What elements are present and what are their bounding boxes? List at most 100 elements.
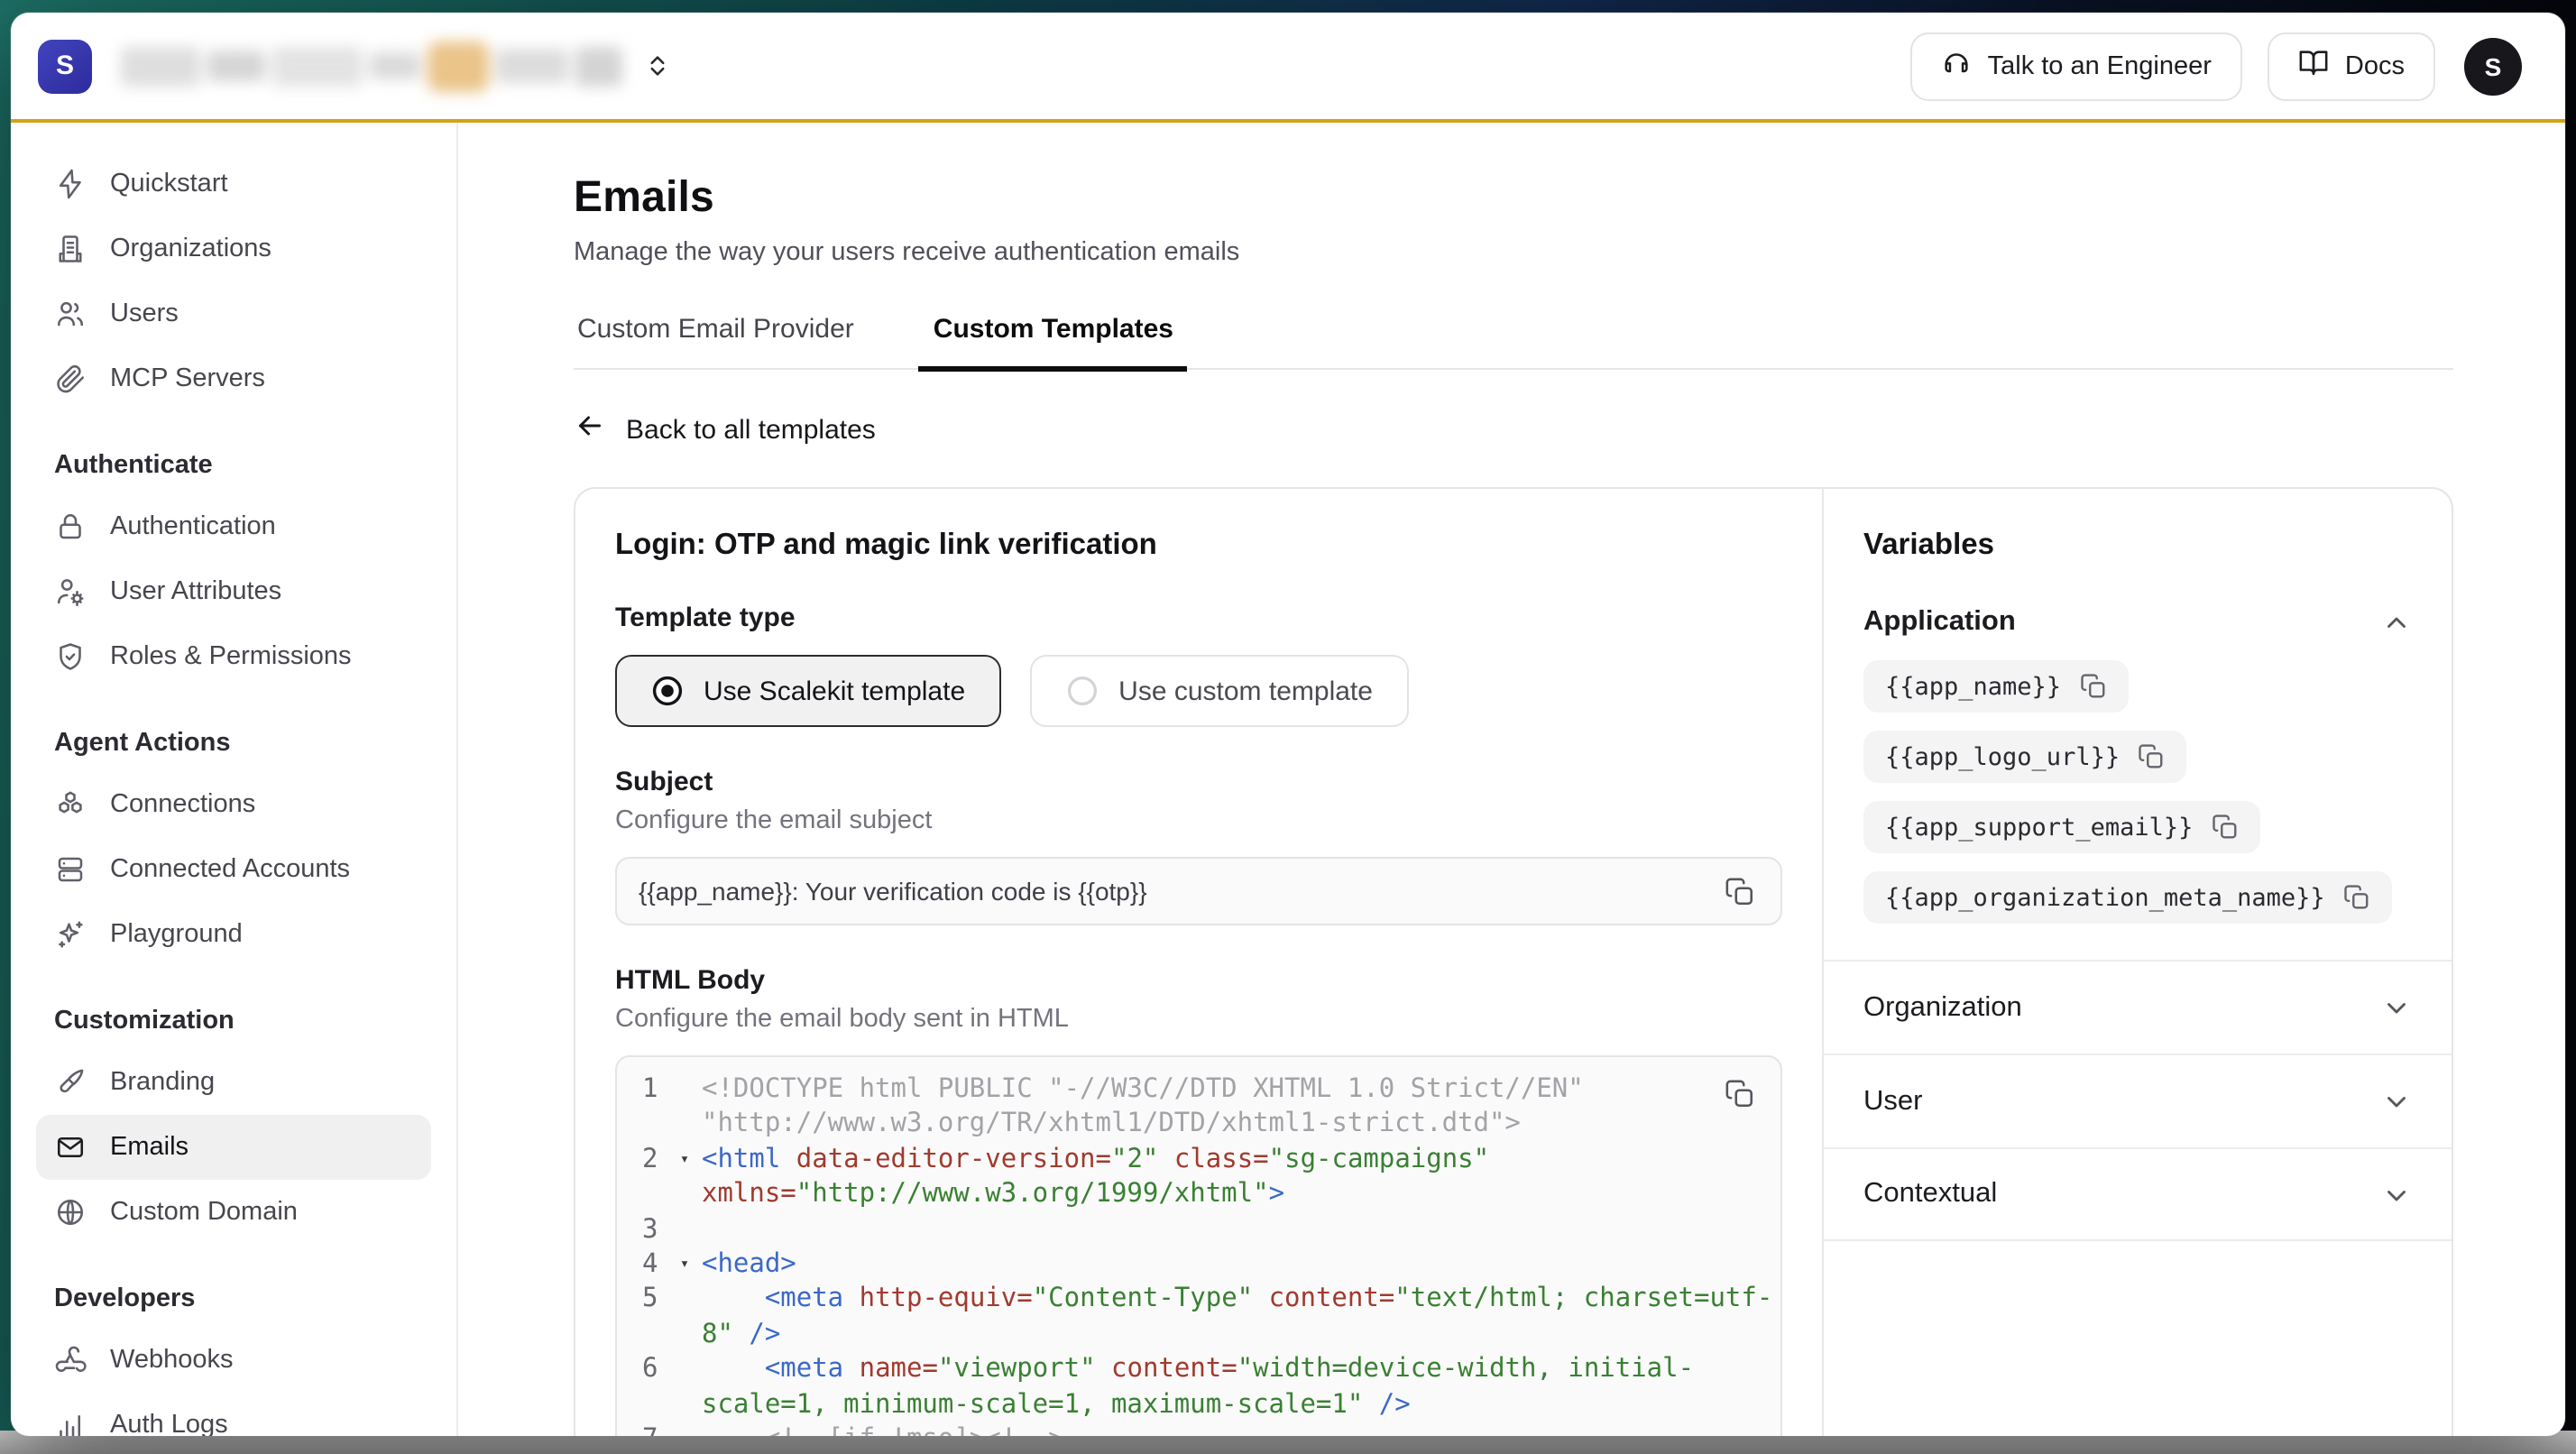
fold-caret-icon[interactable]: ▾ (667, 1248, 702, 1284)
variables-group-organization[interactable]: Organization (1824, 960, 2452, 1054)
back-to-templates-link[interactable]: Back to all templates (574, 410, 876, 449)
sidebar-item-quickstart[interactable]: Quickstart (36, 152, 431, 216)
variable-chip-app-logo-url[interactable]: {{app_logo_url}} (1863, 731, 2186, 783)
sidebar-item-label: Connections (110, 790, 255, 819)
sidebar-item-connected-accounts[interactable]: Connected Accounts (36, 837, 431, 902)
template-type-option-use-custom-template[interactable]: Use custom template (1030, 655, 1409, 727)
sidebar-item-roles-permissions[interactable]: Roles & Permissions (36, 624, 431, 689)
code-line-wrap: scale=1, minimum-scale=1, maximum-scale=… (617, 1388, 1780, 1423)
book-icon (2298, 47, 2329, 85)
talk-to-engineer-button[interactable]: Talk to an Engineer (1910, 32, 2242, 100)
org-switcher-icon[interactable] (644, 52, 671, 79)
paperclip-icon (54, 363, 87, 395)
building-icon (54, 233, 87, 265)
sidebar-item-label: Users (110, 299, 179, 328)
template-title: Login: OTP and magic link verification (615, 529, 1782, 563)
variable-chip-app-support-email[interactable]: {{app_support_email}} (1863, 801, 2259, 853)
sidebar-section-agent-actions: Agent Actions (54, 725, 413, 761)
line-number (642, 1388, 667, 1423)
code-line-1: 1<!DOCTYPE html PUBLIC "-//W3C//DTD XHTM… (617, 1073, 1780, 1109)
variables-panel: Variables Application {{app_name}} {{app_l… (1822, 489, 2452, 1436)
sidebar-item-branding[interactable]: Branding (36, 1050, 431, 1115)
page-title: Emails (574, 173, 2453, 224)
sidebar-item-user-attributes[interactable]: User Attributes (36, 559, 431, 624)
sidebar-item-label: Auth Logs (110, 1411, 228, 1436)
sidebar-item-connections[interactable]: Connections (36, 772, 431, 837)
code-lines: 1<!DOCTYPE html PUBLIC "-//W3C//DTD XHTM… (617, 1073, 1780, 1436)
sidebar-item-label: Connected Accounts (110, 855, 350, 884)
line-number: 1 (642, 1073, 667, 1109)
variable-chip-app-name[interactable]: {{app_name}} (1863, 660, 2128, 713)
webhook-icon (54, 1344, 87, 1376)
sidebar-item-custom-domain[interactable]: Custom Domain (36, 1180, 431, 1245)
sidebar-item-label: Organizations (110, 235, 271, 263)
sidebar-item-label: Webhooks (110, 1346, 234, 1375)
variables-title: Variables (1863, 529, 2412, 563)
tab-custom-templates[interactable]: Custom Templates (930, 303, 1177, 368)
sidebar-item-auth-logs[interactable]: Auth Logs (36, 1393, 431, 1436)
variable-copy-button[interactable] (2211, 814, 2238, 841)
arrow-left-icon (574, 410, 606, 449)
page-subtitle: Manage the way your users receive authen… (574, 238, 2453, 267)
subject-label: Subject (615, 767, 1782, 797)
template-type-label: Template type (615, 603, 1782, 633)
variable-chip-app-organization-meta-name[interactable]: {{app_organization_meta_name}} (1863, 871, 2392, 924)
sidebar-item-label: Playground (110, 920, 243, 949)
sidebar-item-authentication[interactable]: Authentication (36, 494, 431, 559)
line-number: 3 (642, 1213, 667, 1248)
variables-group-user[interactable]: User (1824, 1054, 2452, 1147)
docs-label: Docs (2345, 51, 2405, 80)
app-logo: S (38, 39, 92, 93)
fold-caret-icon[interactable]: ▾ (667, 1144, 702, 1179)
sidebar-item-mcp-servers[interactable]: MCP Servers (36, 346, 431, 411)
line-number: 6 (642, 1354, 667, 1389)
bar-chart-icon (54, 1409, 87, 1436)
code-copy-button[interactable] (1721, 1075, 1759, 1113)
sidebar-section-customization: Customization (54, 1003, 413, 1039)
code-gutter: 4▾ (617, 1248, 702, 1284)
org-name-redacted (121, 41, 622, 91)
variables-group-application[interactable]: Application (1863, 606, 2412, 639)
code-gutter (617, 1109, 702, 1144)
sidebar-item-organizations[interactable]: Organizations (36, 216, 431, 281)
variable-copy-button[interactable] (2079, 673, 2106, 700)
template-type-option-label: Use custom template (1118, 676, 1373, 706)
cubes-icon (54, 788, 87, 821)
line-number (642, 1178, 667, 1213)
sidebar-item-label: MCP Servers (110, 364, 265, 393)
sidebar-item-webhooks[interactable]: Webhooks (36, 1328, 431, 1393)
variable-copy-button[interactable] (2343, 884, 2370, 911)
fold-spacer (667, 1388, 702, 1423)
variable-chip-value: {{app_logo_url}} (1885, 742, 2120, 771)
sidebar-item-emails[interactable]: Emails (36, 1115, 431, 1180)
template-type-option-use-scalekit-template[interactable]: Use Scalekit template (615, 655, 1001, 727)
variable-copy-button[interactable] (2138, 743, 2165, 770)
user-avatar[interactable]: S (2464, 37, 2522, 95)
tab-custom-email-provider[interactable]: Custom Email Provider (574, 303, 858, 368)
variable-chip-value: {{app_support_email}} (1885, 813, 2193, 842)
sidebar-item-playground[interactable]: Playground (36, 902, 431, 967)
variables-chip-list: {{app_name}} {{app_logo_url}} {{app_suppor… (1863, 660, 2412, 924)
docs-button[interactable]: Docs (2268, 32, 2435, 100)
paintbrush-icon (54, 1066, 87, 1099)
radio-selected-icon (651, 675, 684, 707)
sidebar-item-users[interactable]: Users (36, 281, 431, 346)
line-number: 4 (642, 1248, 667, 1284)
users-icon (54, 298, 87, 330)
sparkles-icon (54, 918, 87, 951)
subject-input[interactable]: {{app_name}}: Your verification code is … (615, 857, 1782, 925)
variables-group-contextual[interactable]: Contextual (1824, 1147, 2452, 1241)
sidebar-item-label: Custom Domain (110, 1198, 298, 1227)
subject-copy-button[interactable] (1721, 872, 1759, 910)
app-window: S Talk to an Engineer (11, 13, 2565, 1436)
template-editor-column: Login: OTP and magic link verification T… (575, 489, 1822, 1436)
code-line-2: 2▾<html data-editor-version="2" class="s… (617, 1144, 1780, 1179)
variables-group-label: User (1863, 1085, 1922, 1118)
back-to-templates-label: Back to all templates (626, 414, 876, 445)
sidebar: Quickstart Organizations Users MCP Servers A… (11, 123, 458, 1436)
html-body-editor[interactable]: 1<!DOCTYPE html PUBLIC "-//W3C//DTD XHTM… (615, 1055, 1782, 1436)
app-logo-letter: S (56, 51, 74, 81)
code-gutter: 1 (617, 1073, 702, 1109)
radio-unselected-icon (1066, 675, 1099, 707)
fold-spacer (667, 1354, 702, 1389)
